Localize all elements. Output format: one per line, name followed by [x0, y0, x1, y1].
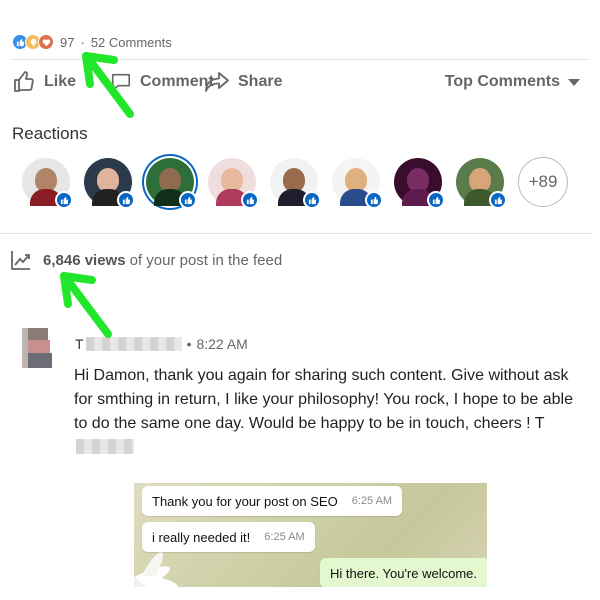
chat-message-time: 6:25 AM: [264, 531, 305, 543]
comment-body: Hi Damon, thank you again for sharing su…: [74, 364, 579, 460]
like-badge-icon: [303, 191, 321, 209]
reactor-avatar[interactable]: [208, 158, 259, 209]
reactor-avatar[interactable]: [456, 158, 507, 209]
analytics-chart-icon: [10, 249, 32, 271]
redacted-signature: [76, 439, 134, 454]
annotation-arrow-reactions: [82, 52, 134, 118]
reactor-avatar[interactable]: [84, 158, 135, 209]
like-button[interactable]: Like: [12, 60, 76, 104]
reaction-count[interactable]: 97: [60, 35, 74, 50]
reactor-avatar[interactable]: [394, 158, 445, 209]
chat-message-text: i really needed it!: [152, 529, 251, 545]
more-reactors-button[interactable]: +89: [518, 157, 568, 207]
like-badge-icon: [55, 191, 73, 209]
caret-down-icon: [568, 78, 580, 86]
comment-text: Hi Damon, thank you again for sharing su…: [74, 367, 573, 432]
chat-bubble-incoming: i really needed it! 6:25 AM: [142, 522, 315, 552]
chat-message-text: Hi there. You're welcome.: [330, 565, 478, 581]
comment-time: 8:22 AM: [196, 336, 248, 352]
annotation-arrow-views: [60, 272, 112, 338]
like-badge-icon: [179, 191, 197, 209]
post-views-row[interactable]: 6,846 views of your post in the feed: [10, 248, 282, 272]
views-count: 6,846 views: [43, 251, 126, 269]
chat-message-text: Thank you for your post on SEO: [152, 493, 338, 509]
reactor-avatar[interactable]: [146, 158, 197, 209]
separator-bullet: •: [186, 336, 192, 352]
commenter-avatar[interactable]: [22, 328, 54, 368]
comment-label: Comment: [140, 73, 214, 90]
like-badge-icon: [489, 191, 507, 209]
chat-bubble-incoming: Thank you for your post on SEO 6:25 AM: [142, 486, 403, 516]
like-badge-icon: [365, 191, 383, 209]
love-icon: [38, 34, 54, 50]
like-badge-icon: [117, 191, 135, 209]
share-button[interactable]: Share: [204, 60, 282, 104]
chat-screenshot-image: Thank you for your post on SEO 6:25 AM i…: [134, 483, 487, 587]
chat-message-time: 6:25 AM: [351, 495, 393, 507]
separator-dot: ·: [80, 34, 85, 50]
reaction-icons[interactable]: [12, 34, 54, 50]
reactor-avatars: +89: [22, 157, 568, 209]
sort-comments-dropdown[interactable]: Top Comments: [445, 60, 580, 104]
sort-label: Top Comments: [444, 73, 560, 90]
thumbs-up-icon: [12, 70, 36, 94]
reactor-avatar[interactable]: [22, 158, 73, 209]
like-label: Like: [44, 73, 77, 90]
chat-bubble-outgoing: Hi there. You're welcome.: [320, 558, 487, 587]
reactor-avatar[interactable]: [332, 158, 383, 209]
reactor-avatar[interactable]: [270, 158, 321, 209]
like-badge-icon: [241, 191, 259, 209]
share-label: Share: [238, 73, 283, 90]
divider: [0, 233, 592, 234]
share-arrow-icon: [204, 71, 230, 93]
views-suffix: of your post in the feed: [129, 251, 283, 269]
comments-count-link[interactable]: 52 Comments: [91, 35, 172, 50]
like-badge-icon: [427, 191, 445, 209]
reactions-heading: Reactions: [12, 124, 88, 143]
